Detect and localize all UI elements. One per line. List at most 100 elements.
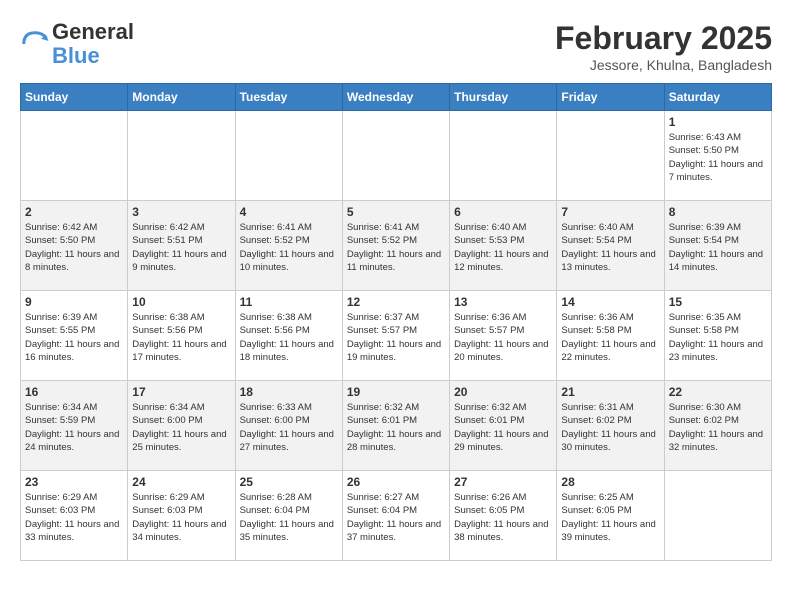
calendar-cell: 18Sunrise: 6:33 AM Sunset: 6:00 PM Dayli… — [235, 381, 342, 471]
day-info: Sunrise: 6:41 AM Sunset: 5:52 PM Dayligh… — [347, 221, 445, 274]
calendar-cell: 14 Sunrise: 6:36 AM Sunset: 5:58 PM Dayli… — [557, 291, 664, 381]
calendar-cell: 4 Sunrise: 6:41 AM Sunset: 5:52 PM Daylig… — [235, 201, 342, 291]
calendar-cell: 2 Sunrise: 6:42 AM Sunset: 5:50 PM Daylig… — [21, 201, 128, 291]
calendar-week-4: 16Sunrise: 6:34 AM Sunset: 5:59 PM Dayli… — [21, 381, 772, 471]
calendar-cell — [450, 111, 557, 201]
weekday-header-friday: Friday — [557, 84, 664, 111]
day-info: Sunrise: 6:37 AM Sunset: 5:57 PM Dayligh… — [347, 311, 445, 364]
logo-line2: Blue — [52, 44, 134, 68]
calendar-cell: 6 Sunrise: 6:40 AM Sunset: 5:53 PM Daylig… — [450, 201, 557, 291]
day-info: Sunrise: 6:29 AM Sunset: 6:03 PM Dayligh… — [132, 491, 230, 544]
day-info: Sunrise: 6:42 AM Sunset: 5:50 PM Dayligh… — [25, 221, 123, 274]
calendar-cell: 19 Sunrise: 6:32 AM Sunset: 6:01 PM Dayli… — [342, 381, 449, 471]
logo-line1: General — [52, 20, 134, 44]
day-number: 19 — [347, 385, 445, 399]
calendar-cell — [342, 111, 449, 201]
calendar-cell: 3 Sunrise: 6:42 AM Sunset: 5:51 PM Daylig… — [128, 201, 235, 291]
day-number: 24 — [132, 475, 230, 489]
day-info: Sunrise: 6:42 AM Sunset: 5:51 PM Dayligh… — [132, 221, 230, 274]
calendar-cell: 25 Sunrise: 6:28 AM Sunset: 6:04 PM Dayli… — [235, 471, 342, 561]
day-info: Sunrise: 6:27 AM Sunset: 6:04 PM Dayligh… — [347, 491, 445, 544]
page-header: General Blue February 2025 Jessore, Khul… — [20, 20, 772, 73]
location: Jessore, Khulna, Bangladesh — [555, 57, 772, 73]
day-number: 25 — [240, 475, 338, 489]
weekday-header-monday: Monday — [128, 84, 235, 111]
calendar-week-5: 23Sunrise: 6:29 AM Sunset: 6:03 PM Dayli… — [21, 471, 772, 561]
calendar-cell: 9 Sunrise: 6:39 AM Sunset: 5:55 PM Daylig… — [21, 291, 128, 381]
day-number: 13 — [454, 295, 552, 309]
calendar-cell: 10 Sunrise: 6:38 AM Sunset: 5:56 PM Dayli… — [128, 291, 235, 381]
logo: General Blue — [20, 20, 134, 68]
day-info: Sunrise: 6:30 AM Sunset: 6:02 PM Dayligh… — [669, 401, 767, 454]
day-number: 7 — [561, 205, 659, 219]
day-info: Sunrise: 6:29 AM Sunset: 6:03 PM Dayligh… — [25, 491, 123, 544]
calendar-cell: 24 Sunrise: 6:29 AM Sunset: 6:03 PM Dayli… — [128, 471, 235, 561]
day-number: 15 — [669, 295, 767, 309]
month-title: February 2025 — [555, 20, 772, 57]
calendar-cell — [664, 471, 771, 561]
calendar-cell: 27 Sunrise: 6:26 AM Sunset: 6:05 PM Dayli… — [450, 471, 557, 561]
calendar-cell: 28 Sunrise: 6:25 AM Sunset: 6:05 PM Dayli… — [557, 471, 664, 561]
day-info: Sunrise: 6:25 AM Sunset: 6:05 PM Dayligh… — [561, 491, 659, 544]
calendar-cell: 13 Sunrise: 6:36 AM Sunset: 5:57 PM Dayli… — [450, 291, 557, 381]
calendar-cell — [128, 111, 235, 201]
calendar-cell: 15Sunrise: 6:35 AM Sunset: 5:58 PM Dayli… — [664, 291, 771, 381]
calendar-week-2: 2 Sunrise: 6:42 AM Sunset: 5:50 PM Daylig… — [21, 201, 772, 291]
calendar-week-1: 1 Sunrise: 6:43 AM Sunset: 5:50 PM Daylig… — [21, 111, 772, 201]
weekday-header-wednesday: Wednesday — [342, 84, 449, 111]
day-number: 11 — [240, 295, 338, 309]
day-number: 1 — [669, 115, 767, 129]
calendar-cell: 20 Sunrise: 6:32 AM Sunset: 6:01 PM Dayli… — [450, 381, 557, 471]
day-number: 26 — [347, 475, 445, 489]
weekday-header-tuesday: Tuesday — [235, 84, 342, 111]
day-number: 21 — [561, 385, 659, 399]
weekday-header-saturday: Saturday — [664, 84, 771, 111]
day-info: Sunrise: 6:36 AM Sunset: 5:58 PM Dayligh… — [561, 311, 659, 364]
day-info: Sunrise: 6:36 AM Sunset: 5:57 PM Dayligh… — [454, 311, 552, 364]
day-info: Sunrise: 6:43 AM Sunset: 5:50 PM Dayligh… — [669, 131, 767, 184]
calendar-cell: 21Sunrise: 6:31 AM Sunset: 6:02 PM Dayli… — [557, 381, 664, 471]
day-number: 10 — [132, 295, 230, 309]
day-number: 20 — [454, 385, 552, 399]
day-info: Sunrise: 6:41 AM Sunset: 5:52 PM Dayligh… — [240, 221, 338, 274]
calendar-cell: 1 Sunrise: 6:43 AM Sunset: 5:50 PM Daylig… — [664, 111, 771, 201]
day-info: Sunrise: 6:39 AM Sunset: 5:55 PM Dayligh… — [25, 311, 123, 364]
day-info: Sunrise: 6:38 AM Sunset: 5:56 PM Dayligh… — [240, 311, 338, 364]
calendar-cell — [21, 111, 128, 201]
calendar-cell: 17 Sunrise: 6:34 AM Sunset: 6:00 PM Dayli… — [128, 381, 235, 471]
day-number: 9 — [25, 295, 123, 309]
weekday-header-row: SundayMondayTuesdayWednesdayThursdayFrid… — [21, 84, 772, 111]
day-info: Sunrise: 6:40 AM Sunset: 5:53 PM Dayligh… — [454, 221, 552, 274]
day-number: 16 — [25, 385, 123, 399]
calendar-cell: 7Sunrise: 6:40 AM Sunset: 5:54 PM Daylig… — [557, 201, 664, 291]
day-number: 28 — [561, 475, 659, 489]
calendar-week-3: 9 Sunrise: 6:39 AM Sunset: 5:55 PM Daylig… — [21, 291, 772, 381]
day-number: 2 — [25, 205, 123, 219]
calendar-cell: 22 Sunrise: 6:30 AM Sunset: 6:02 PM Dayli… — [664, 381, 771, 471]
day-number: 3 — [132, 205, 230, 219]
calendar-cell — [557, 111, 664, 201]
calendar-cell: 16Sunrise: 6:34 AM Sunset: 5:59 PM Dayli… — [21, 381, 128, 471]
day-number: 27 — [454, 475, 552, 489]
day-number: 4 — [240, 205, 338, 219]
day-info: Sunrise: 6:28 AM Sunset: 6:04 PM Dayligh… — [240, 491, 338, 544]
calendar-cell: 26 Sunrise: 6:27 AM Sunset: 6:04 PM Dayli… — [342, 471, 449, 561]
day-info: Sunrise: 6:32 AM Sunset: 6:01 PM Dayligh… — [454, 401, 552, 454]
day-info: Sunrise: 6:38 AM Sunset: 5:56 PM Dayligh… — [132, 311, 230, 364]
day-number: 17 — [132, 385, 230, 399]
day-number: 22 — [669, 385, 767, 399]
calendar-cell: 5Sunrise: 6:41 AM Sunset: 5:52 PM Daylig… — [342, 201, 449, 291]
calendar-cell: 12 Sunrise: 6:37 AM Sunset: 5:57 PM Dayli… — [342, 291, 449, 381]
day-number: 6 — [454, 205, 552, 219]
day-info: Sunrise: 6:34 AM Sunset: 6:00 PM Dayligh… — [132, 401, 230, 454]
day-number: 12 — [347, 295, 445, 309]
day-info: Sunrise: 6:39 AM Sunset: 5:54 PM Dayligh… — [669, 221, 767, 274]
weekday-header-thursday: Thursday — [450, 84, 557, 111]
day-info: Sunrise: 6:26 AM Sunset: 6:05 PM Dayligh… — [454, 491, 552, 544]
day-info: Sunrise: 6:32 AM Sunset: 6:01 PM Dayligh… — [347, 401, 445, 454]
calendar-cell: 8Sunrise: 6:39 AM Sunset: 5:54 PM Daylig… — [664, 201, 771, 291]
calendar-cell: 11 Sunrise: 6:38 AM Sunset: 5:56 PM Dayli… — [235, 291, 342, 381]
day-number: 14 — [561, 295, 659, 309]
calendar-cell — [235, 111, 342, 201]
calendar-table: SundayMondayTuesdayWednesdayThursdayFrid… — [20, 83, 772, 561]
